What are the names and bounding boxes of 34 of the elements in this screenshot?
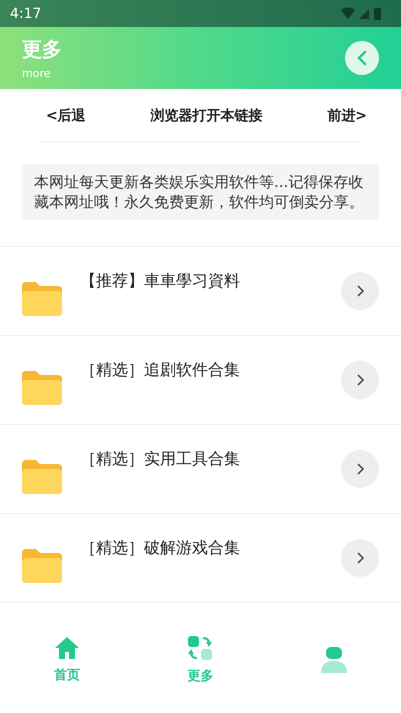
folder-icon — [22, 371, 62, 405]
notice-text: 本网址每天更新各类娱乐实用软件等...记得保存收藏本网址哦！永久免费更新，软件均可倒卖分享。 — [34, 173, 364, 211]
tab-label: 更多 — [187, 668, 214, 685]
page-title: 更多 — [22, 36, 62, 63]
back-link[interactable]: <后退 — [46, 107, 86, 125]
chevron-left-icon — [356, 50, 368, 66]
list-item[interactable]: ［精选］追剧软件合集 — [0, 336, 401, 425]
item-label: ［精选］追剧软件合集 — [80, 360, 241, 380]
open-button[interactable] — [341, 450, 379, 488]
list-item[interactable]: 【推荐】車車學习資料 — [0, 247, 401, 336]
item-label: ［精选］实用工具合集 — [80, 448, 241, 470]
person-icon — [321, 647, 348, 673]
chevron-right-icon — [355, 373, 365, 387]
open-button[interactable] — [341, 361, 379, 399]
page-subtitle: more — [22, 67, 52, 80]
home-icon — [54, 636, 80, 660]
swap-icon — [187, 635, 214, 661]
item-label: ［精选］破解游戏合集 — [80, 538, 241, 558]
back-button[interactable] — [345, 41, 379, 75]
list-item[interactable]: ［精选］实用工具合集 — [0, 425, 401, 514]
chevron-right-icon — [355, 284, 365, 298]
folder-icon — [22, 282, 62, 316]
status-time: 4:17 — [10, 6, 42, 22]
list-item[interactable]: ［精选］破解游戏合集 — [0, 514, 401, 603]
item-label: 【推荐】車車學习資料 — [80, 270, 241, 292]
chevron-right-icon — [355, 551, 365, 565]
folder-icon — [22, 460, 62, 494]
open-button[interactable] — [341, 272, 379, 310]
open-button[interactable] — [341, 539, 379, 577]
chevron-right-icon — [355, 462, 365, 476]
open-in-browser-link[interactable]: 浏览器打开本链接 — [150, 107, 262, 125]
forward-link[interactable]: 前进> — [327, 107, 367, 125]
folder-icon — [22, 549, 62, 583]
tab-label: 首页 — [54, 667, 80, 684]
